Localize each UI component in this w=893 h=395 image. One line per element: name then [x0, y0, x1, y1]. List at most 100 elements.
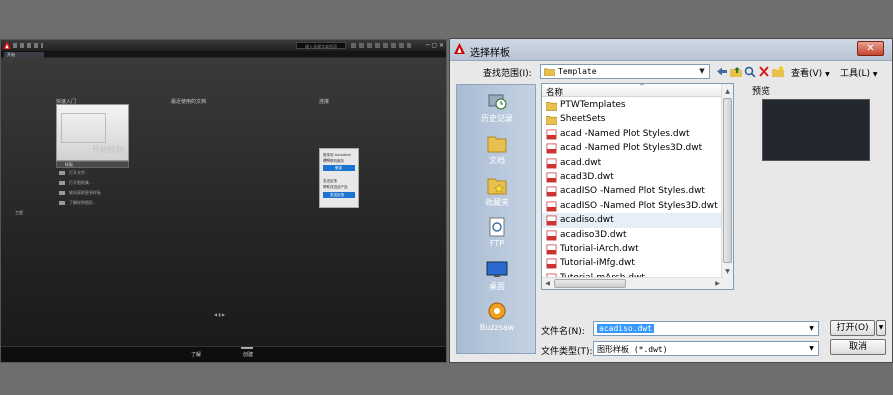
file-row[interactable]: acadiso.dwt [542, 213, 722, 228]
place-history[interactable]: 历史记录 [457, 91, 537, 124]
place-ftp[interactable]: FTP [457, 217, 537, 248]
scroll-up-icon[interactable]: ▲ [722, 86, 733, 97]
dwt-file-icon [546, 172, 557, 183]
action-open-sheet-set[interactable]: 打开图纸集... [59, 180, 93, 186]
filetype-select[interactable]: 图形样板 (*.dwt) ▼ [593, 341, 819, 356]
filename-input[interactable]: acadiso.dwt ▼ [593, 321, 819, 336]
search-web-icon[interactable] [744, 66, 756, 77]
scroll-left-icon[interactable]: ◀ [542, 278, 553, 289]
cancel-button[interactable]: 取消 [830, 339, 886, 355]
select-template-dialog: 选择样板 ✕ 查找范围(I): Template ▼ 查看(V) ▼ 工具(L)… [449, 38, 893, 363]
horizontal-scrollbar[interactable]: ◀ ▶ [542, 277, 723, 289]
autocad-window: 键入关键字或短语 ─ ▢ ✕ 开始 快速入门 最近使用的文档 连接 开始绘制 样… [0, 39, 447, 363]
scroll-down-icon[interactable]: ▼ [722, 266, 733, 277]
file-row[interactable]: acadISO -Named Plot Styles.dwt [542, 184, 722, 198]
column-recent: 最近使用的文档 [171, 99, 207, 105]
buzzsaw-icon [488, 302, 506, 320]
favorites-folder-icon [487, 178, 507, 195]
action-get-templates[interactable]: 联机获取更多样板 [59, 190, 101, 196]
chevron-down-icon[interactable]: ▼ [806, 343, 817, 354]
file-row[interactable]: acad3D.dwt [542, 170, 722, 184]
look-in-select[interactable]: Template ▼ [540, 64, 710, 79]
dwt-file-icon [546, 258, 557, 269]
file-rows: PTWTemplates SheetSets acad -Named Plot St… [542, 98, 722, 285]
file-row[interactable]: acadISO -Named Plot Styles3D.dwt [542, 199, 722, 213]
tab-learn[interactable]: 了解 [191, 351, 201, 358]
autocad-logo-icon [454, 43, 465, 54]
file-name: acadISO -Named Plot Styles3D.dwt [560, 200, 718, 211]
vertical-scroll-thumb[interactable] [723, 98, 732, 263]
file-row[interactable]: acad -Named Plot Styles3D.dwt [542, 141, 722, 155]
open-button[interactable]: 打开(O) [830, 320, 875, 336]
sort-ascending-icon: ^ [639, 83, 645, 91]
place-favorites[interactable]: 收藏夹 [457, 175, 537, 208]
folder-icon [546, 116, 557, 126]
tab-create[interactable]: 创建 [243, 351, 253, 358]
chevron-down-icon[interactable]: ▼ [696, 66, 708, 77]
sheetset-icon [59, 181, 65, 185]
up-folder-icon[interactable] [730, 66, 742, 77]
ftp-icon [489, 217, 505, 237]
place-buzzsaw[interactable]: Buzzsaw [457, 301, 537, 332]
cloud-icon [59, 191, 65, 195]
dialog-title: 选择样板 [470, 48, 510, 59]
start-page: 快速入门 最近使用的文档 连接 开始绘制 样板 打开文件... 打开图纸集...… [1, 58, 446, 348]
back-icon[interactable] [716, 66, 728, 77]
template-selector[interactable]: 样板 [56, 161, 129, 168]
folder-icon [544, 68, 555, 76]
file-name: PTWTemplates [560, 100, 626, 110]
vertical-scrollbar[interactable]: ▲ ▼ [721, 84, 733, 289]
delete-icon[interactable] [758, 66, 770, 77]
file-row[interactable]: acadiso3D.dwt [542, 228, 722, 242]
places-bar: 历史记录 文档 收藏夹 FTP 桌面 Buzzsaw [456, 84, 536, 354]
dwt-file-icon [546, 186, 557, 197]
file-row[interactable]: acad.dwt [542, 156, 722, 170]
bottom-tabs: 了解 创建 [1, 346, 446, 362]
user-toolbar[interactable] [351, 43, 411, 48]
desktop-icon [486, 261, 508, 277]
action-open-file[interactable]: 打开文件... [59, 170, 89, 176]
history-icon [488, 94, 507, 110]
feedback-button[interactable]: 发送反馈 [323, 192, 355, 198]
column-header-name[interactable]: 名称 ^ [542, 83, 733, 98]
dwt-file-icon [546, 230, 557, 240]
folder-row[interactable]: PTWTemplates [542, 98, 722, 112]
file-row[interactable]: Tutorial-iMfg.dwt [542, 256, 722, 270]
page-indicator[interactable]: ◀ ▮ ▶ [214, 312, 225, 317]
folder-row[interactable]: SheetSets [542, 112, 722, 126]
file-name: acadISO -Named Plot Styles.dwt [560, 186, 705, 197]
folder-icon [59, 171, 65, 175]
place-desktop[interactable]: 桌面 [457, 259, 537, 292]
start-drawing-label: 开始绘制 [92, 145, 124, 154]
filename-label: 文件名(N): [541, 327, 585, 337]
dwt-file-icon [546, 158, 557, 169]
search-input[interactable]: 键入关键字或短语 [296, 42, 346, 49]
look-in-label: 查找范围(I): [483, 69, 532, 79]
column-connect: 连接 [319, 99, 330, 105]
action-sample-drawings[interactable]: 了解样例图形... [59, 200, 97, 206]
side-label[interactable]: 工程 [15, 210, 23, 216]
views-menu[interactable]: 查看(V) ▼ [791, 66, 830, 79]
documents-folder-icon [487, 136, 507, 153]
filetype-label: 文件类型(T): [541, 347, 593, 357]
open-options-dropdown[interactable]: ▼ [876, 320, 886, 336]
window-controls[interactable]: ─ ▢ ✕ [426, 42, 444, 49]
close-button[interactable]: ✕ [857, 41, 884, 56]
chevron-down-icon[interactable]: ▼ [806, 323, 817, 334]
autocad-logo-icon[interactable] [3, 41, 11, 49]
file-name: acad -Named Plot Styles.dwt [560, 128, 690, 139]
scroll-right-icon[interactable]: ▶ [712, 278, 723, 289]
tools-menu[interactable]: 工具(L) ▼ [840, 66, 878, 79]
start-drawing-card[interactable]: 开始绘制 [56, 104, 129, 161]
new-folder-icon[interactable] [772, 66, 784, 77]
file-row[interactable]: Tutorial-iArch.dwt [542, 242, 722, 256]
dwt-file-icon [546, 201, 557, 212]
file-list[interactable]: 名称 ^ PTWTemplates SheetSets acad -Named Pl… [541, 83, 734, 290]
file-row[interactable]: acad -Named Plot Styles.dwt [542, 127, 722, 141]
signin-button[interactable]: 登录 [323, 165, 355, 171]
quick-access-toolbar[interactable] [13, 43, 43, 48]
preview-label: 预览 [752, 87, 771, 97]
place-documents[interactable]: 文档 [457, 133, 537, 166]
autocad-titlebar: 键入关键字或短语 ─ ▢ ✕ [1, 40, 446, 51]
horizontal-scroll-thumb[interactable] [554, 279, 626, 288]
